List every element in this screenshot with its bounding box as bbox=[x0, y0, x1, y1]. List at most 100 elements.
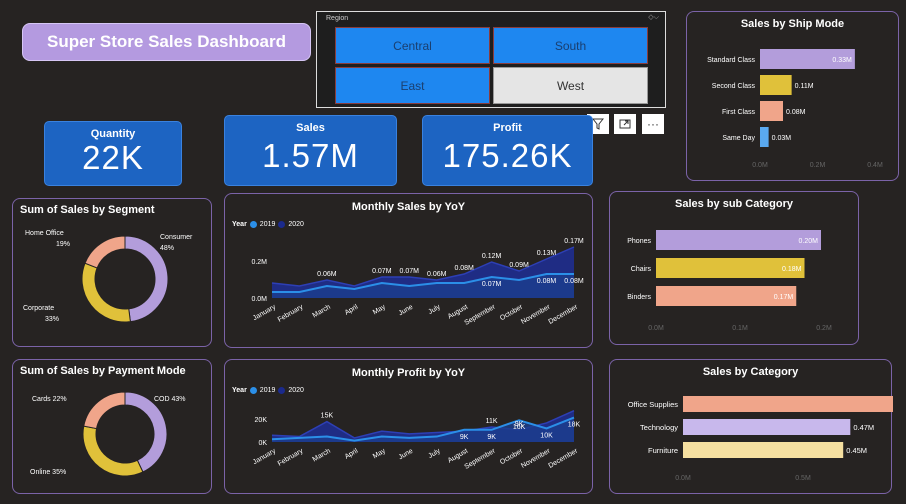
data-label-2020: 15K bbox=[321, 413, 334, 420]
payment-panel: Sum of Sales by Payment Mode COD 43% Onli… bbox=[12, 359, 212, 494]
bar-category-label: Chairs bbox=[631, 266, 652, 273]
kpi-sales-card: Sales 1.57M bbox=[224, 115, 397, 186]
slice-percent: 33% bbox=[45, 316, 59, 323]
dashboard: Super Store Sales Dashboard Region ◇⌵ Ce… bbox=[0, 0, 906, 504]
bar bbox=[683, 442, 844, 458]
axis-tick-label: 0.2M bbox=[816, 325, 832, 332]
bar bbox=[760, 75, 792, 95]
bar bbox=[760, 101, 783, 121]
x-tick-label: April bbox=[344, 303, 360, 316]
slicer-option-central[interactable]: Central bbox=[335, 27, 490, 64]
bar bbox=[760, 127, 769, 147]
ship-mode-panel: Sales by Ship Mode Standard Class 0.33M Se… bbox=[686, 11, 899, 181]
data-label-2019: 10K bbox=[540, 432, 553, 439]
bar-value-label: 0.47M bbox=[853, 423, 874, 432]
data-label-2020: 0.07M bbox=[400, 268, 420, 275]
x-tick-label: February bbox=[277, 447, 305, 467]
bar-category-label: First Class bbox=[722, 109, 756, 116]
data-label-2020: 0.17M bbox=[564, 238, 584, 245]
slicer-option-south[interactable]: South bbox=[493, 27, 648, 64]
y-tick-label: 20K bbox=[255, 417, 268, 424]
data-label-2019: 0.07M bbox=[482, 281, 502, 288]
bar-category-label: Furniture bbox=[648, 446, 678, 455]
x-tick-label: December bbox=[548, 447, 580, 470]
category-panel: Sales by Category Office Supplies0.64MTe… bbox=[609, 359, 893, 494]
x-tick-label: January bbox=[252, 447, 277, 466]
bar-category-label: Technology bbox=[640, 423, 678, 432]
data-label-2019: 9K bbox=[460, 434, 469, 441]
axis-tick-label: 0.2M bbox=[810, 162, 826, 169]
bar-value-label: 0.08M bbox=[786, 109, 806, 116]
axis-tick-label: 0.5M bbox=[795, 475, 811, 482]
slice-label: Consumer bbox=[160, 234, 193, 241]
focus-mode-icon[interactable] bbox=[614, 114, 636, 134]
bar-value-label: 0.33M bbox=[832, 57, 852, 64]
x-tick-label: May bbox=[372, 303, 387, 316]
data-label-2020: 0.06M bbox=[427, 271, 447, 278]
slicer-eraser-icon[interactable]: ◇⌵ bbox=[648, 13, 659, 22]
more-options-icon[interactable]: ··· bbox=[642, 114, 664, 134]
sub-category-chart: Phones 0.20M Chairs 0.18M Binders 0.17M 0.0M 0.… bbox=[627, 230, 832, 332]
data-label-2020: 0.13M bbox=[537, 250, 557, 257]
donut-slice bbox=[81, 262, 131, 323]
slice-label: Corporate bbox=[23, 305, 54, 312]
axis-tick-label: 0.4M bbox=[867, 162, 883, 169]
axis-tick-label: 0.0M bbox=[675, 475, 691, 482]
slicer-option-west[interactable]: West bbox=[493, 67, 648, 104]
x-tick-label: February bbox=[277, 303, 305, 323]
slice-percent: 19% bbox=[56, 241, 70, 248]
x-tick-label: May bbox=[372, 447, 387, 460]
bar-category-label: Same Day bbox=[722, 135, 755, 142]
sub-category-panel: Sales by sub Category Phones 0.20M Chairs 0… bbox=[609, 191, 859, 345]
x-tick-label: March bbox=[312, 448, 332, 464]
x-tick-label: April bbox=[344, 447, 360, 460]
slicer-option-east[interactable]: East bbox=[335, 67, 490, 104]
bar-value-label: 0.03M bbox=[772, 135, 792, 142]
data-label-2019: 18K bbox=[568, 422, 581, 429]
slicer-title: Region bbox=[326, 15, 349, 22]
kpi-sales-label: Sales bbox=[296, 122, 325, 134]
data-label-2020: 0.07M bbox=[372, 268, 392, 275]
y-tick-label: 0.0M bbox=[251, 296, 267, 303]
axis-tick-label: 0.0M bbox=[752, 162, 768, 169]
data-label-2020: 0.09M bbox=[509, 262, 529, 269]
x-tick-label: November bbox=[520, 303, 552, 326]
kpi-quantity-value: 22K bbox=[82, 139, 144, 176]
bar-value-label: 0.17M bbox=[774, 294, 794, 301]
x-tick-label: July bbox=[427, 303, 442, 316]
x-tick-label: June bbox=[398, 304, 415, 318]
category-chart: Office Supplies0.64MTechnology0.47MFurni… bbox=[628, 396, 893, 482]
data-label-2019: 9K bbox=[487, 434, 496, 441]
x-tick-label: March bbox=[312, 304, 332, 320]
monthly-profit-panel: Monthly Profit by YoY Year 2019 2020 15K… bbox=[224, 359, 593, 494]
data-label-2019: 16K bbox=[513, 424, 526, 431]
data-label-2020: 0.08M bbox=[454, 265, 474, 272]
bar-value-label: 0.45M bbox=[846, 446, 867, 455]
bar-value-label: 0.20M bbox=[799, 238, 819, 245]
dashboard-title: Super Store Sales Dashboard bbox=[22, 23, 311, 61]
bar-category-label: Second Class bbox=[712, 83, 756, 90]
y-tick-label: 0K bbox=[258, 440, 267, 447]
ship-mode-chart: Standard Class 0.33M Second Class 0.11M Firs… bbox=[707, 49, 883, 169]
bar-value-label: 0.18M bbox=[782, 266, 802, 273]
data-label-2020: 11K bbox=[486, 418, 498, 425]
bar-category-label: Phones bbox=[627, 238, 651, 245]
slice-label: Online 35% bbox=[30, 469, 66, 476]
kpi-quantity-card: Quantity 22K bbox=[44, 121, 182, 186]
segment-donut-chart: Consumer 48% Corporate 33% Home Office 19% bbox=[23, 230, 193, 323]
axis-tick-label: 0.1M bbox=[732, 325, 748, 332]
slice-label: COD 43% bbox=[154, 396, 186, 403]
donut-slice bbox=[83, 391, 126, 430]
kpi-profit-label: Profit bbox=[493, 122, 522, 134]
monthly-profit-chart: 15K11K 9K9K 9K16K10K18K20K0KJanuary Februar… bbox=[252, 410, 581, 471]
x-tick-label: August bbox=[447, 448, 469, 465]
x-tick-label: January bbox=[252, 303, 277, 322]
x-tick-label: December bbox=[548, 303, 580, 326]
data-label-2019: 0.08M bbox=[564, 278, 584, 285]
x-tick-label: November bbox=[520, 447, 552, 470]
bar-category-label: Binders bbox=[627, 294, 651, 301]
bar-category-label: Office Supplies bbox=[628, 400, 679, 409]
data-label-2020: 0.12M bbox=[482, 253, 502, 260]
x-tick-label: September bbox=[463, 447, 497, 471]
data-label-2020: 0.06M bbox=[317, 271, 337, 278]
